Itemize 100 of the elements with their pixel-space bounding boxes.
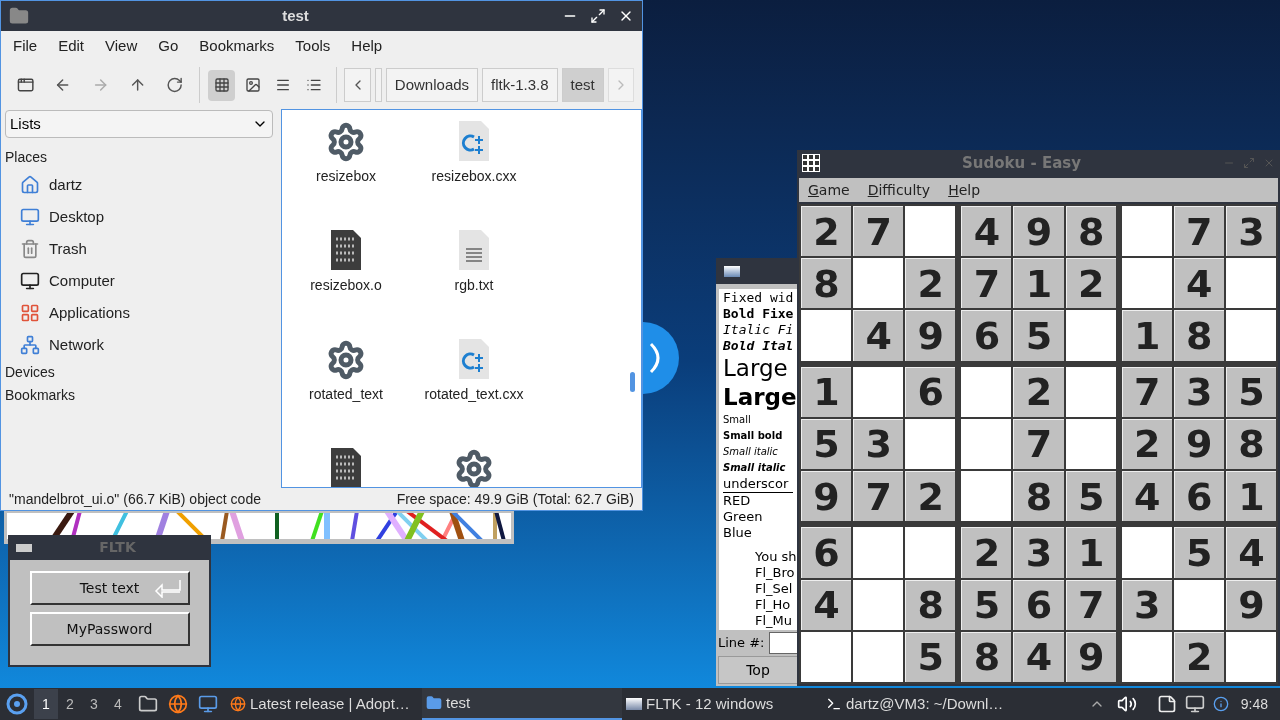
menu-item[interactable]: File xyxy=(13,34,38,58)
sudoku-cell[interactable]: 7 xyxy=(853,471,904,522)
path-button[interactable]: test xyxy=(561,68,604,102)
sudoku-cell[interactable]: 5 xyxy=(1225,366,1276,417)
desktop-launcher-icon[interactable] xyxy=(198,694,218,714)
start-menu-icon[interactable] xyxy=(6,693,28,715)
sudoku-cell[interactable]: 5 xyxy=(961,579,1012,630)
workspace-button[interactable]: 3 xyxy=(82,689,106,719)
sudoku-cell[interactable]: 4 xyxy=(1013,631,1064,682)
file-name[interactable]: rgb.txt xyxy=(454,275,494,296)
menu-item[interactable]: Tools xyxy=(295,34,331,58)
sudoku-cell[interactable]: 2 xyxy=(905,471,956,522)
sudoku-cell[interactable]: 9 xyxy=(1173,418,1224,470)
sudoku-cell[interactable]: 8 xyxy=(961,631,1012,682)
sudoku-cell[interactable]: 5 xyxy=(1013,310,1064,361)
menu-item[interactable]: Bookmarks xyxy=(199,34,275,58)
sudoku-cell[interactable]: 8 xyxy=(905,579,956,630)
sudoku-cell[interactable]: 6 xyxy=(905,366,956,417)
sudoku-cell[interactable]: 6 xyxy=(1173,471,1224,522)
sudoku-cell[interactable]: 9 xyxy=(905,310,956,361)
file-name[interactable]: rotated_text xyxy=(309,384,383,405)
path-button[interactable]: Downloads xyxy=(385,68,479,102)
sudoku-cell[interactable]: 5 xyxy=(1173,527,1224,578)
file-name[interactable]: resizebox xyxy=(316,166,376,187)
sudoku-cell[interactable]: 7 xyxy=(961,258,1012,309)
sudoku-cell[interactable]: 5 xyxy=(801,418,852,470)
sudoku-cell[interactable]: 2 xyxy=(1121,418,1172,470)
sidebar-item[interactable]: Network xyxy=(5,329,273,361)
file-manager-launcher-icon[interactable] xyxy=(138,694,158,714)
sudoku-cell[interactable]: 9 xyxy=(1065,631,1116,682)
sudoku-cell[interactable]: 8 xyxy=(1173,310,1224,361)
sudoku-cell[interactable]: 4 xyxy=(1121,471,1172,522)
sudoku-cell[interactable]: 4 xyxy=(961,206,1012,257)
sudoku-cell[interactable]: 2 xyxy=(1173,631,1224,682)
sudoku-cell[interactable]: 2 xyxy=(905,258,956,309)
sudoku-cell[interactable]: 9 xyxy=(1225,579,1276,630)
sudoku-cell[interactable]: 7 xyxy=(853,206,904,257)
notification-icon[interactable] xyxy=(1212,696,1229,712)
file-name[interactable]: resizebox.o xyxy=(310,275,382,296)
menu-item[interactable]: Help xyxy=(351,34,383,58)
file-name[interactable]: rotated_text.cxx xyxy=(424,384,524,405)
path-button[interactable]: fltk-1.3.8 xyxy=(482,68,558,102)
sudoku-cell[interactable]: 7 xyxy=(1173,206,1224,257)
sudoku-cell[interactable]: 4 xyxy=(1173,258,1224,309)
sidebar-item[interactable]: Applications xyxy=(5,297,273,329)
menu-item[interactable]: Help xyxy=(948,179,981,201)
sudoku-cell[interactable]: 2 xyxy=(1013,366,1064,417)
sudoku-cell[interactable]: 7 xyxy=(1065,579,1116,630)
sudoku-cell[interactable]: 1 xyxy=(1121,310,1172,361)
clipboard-icon[interactable] xyxy=(1156,694,1177,714)
scrollbar-thumb[interactable] xyxy=(630,372,635,392)
sudoku-cell[interactable]: 1 xyxy=(1225,471,1276,522)
sudoku-cell[interactable]: 1 xyxy=(1013,258,1064,309)
menu-item[interactable]: View xyxy=(105,34,138,58)
browser-launcher-icon[interactable] xyxy=(168,694,188,714)
sudoku-cell[interactable]: 3 xyxy=(1013,527,1064,578)
sidebar-item[interactable]: Desktop xyxy=(5,201,273,233)
menu-item[interactable]: Game xyxy=(808,179,850,201)
sudoku-cell[interactable]: 9 xyxy=(1013,206,1064,257)
workspace-button[interactable]: 1 xyxy=(34,689,58,719)
menu-item[interactable]: Difficulty xyxy=(867,179,931,201)
fltk-button[interactable]: MyPassword xyxy=(29,612,190,646)
sudoku-cell[interactable]: 2 xyxy=(961,527,1012,578)
taskbar-button[interactable]: FLTK - 12 windows xyxy=(622,688,822,720)
side-pane-dropdown[interactable]: Lists xyxy=(5,110,273,138)
menu-item[interactable]: Edit xyxy=(58,34,85,58)
file-name[interactable]: resizebox.cxx xyxy=(431,166,517,187)
sudoku-cell[interactable]: 8 xyxy=(801,258,852,309)
sudoku-cell[interactable]: 8 xyxy=(1013,471,1064,522)
sudoku-cell[interactable]: 6 xyxy=(961,310,1012,361)
sudoku-cell[interactable]: 6 xyxy=(801,527,852,578)
network-icon[interactable] xyxy=(1184,694,1205,714)
view-mode-button[interactable] xyxy=(208,69,236,101)
menu-item[interactable]: Go xyxy=(158,34,179,58)
sudoku-cell[interactable]: 7 xyxy=(1121,366,1172,417)
maximize-icon[interactable] xyxy=(590,8,606,24)
workspace-button[interactable]: 2 xyxy=(58,689,82,719)
sudoku-cell[interactable]: 3 xyxy=(1173,366,1224,417)
sudoku-cell[interactable]: 2 xyxy=(1065,258,1116,309)
sudoku-cell[interactable]: 3 xyxy=(1121,579,1172,630)
sudoku-cell[interactable]: 5 xyxy=(905,631,956,682)
sudoku-cell[interactable]: 8 xyxy=(1225,418,1276,470)
taskbar-button[interactable]: Latest release | Adopt… xyxy=(226,688,422,720)
reload-icon[interactable] xyxy=(166,75,184,95)
sidebar-item[interactable]: Trash xyxy=(5,233,273,265)
sudoku-cell[interactable]: 3 xyxy=(1225,206,1276,257)
sudoku-cell[interactable]: 4 xyxy=(801,579,852,630)
sudoku-cell[interactable]: 5 xyxy=(1065,471,1116,522)
sudoku-cell[interactable]: 1 xyxy=(801,366,852,417)
sudoku-cell[interactable]: 2 xyxy=(801,206,852,257)
sudoku-cell[interactable]: 1 xyxy=(1065,527,1116,578)
sudoku-cell[interactable]: 6 xyxy=(1013,579,1064,630)
sidebar-item[interactable]: Computer xyxy=(5,265,273,297)
sudoku-cell[interactable]: 8 xyxy=(1065,206,1116,257)
sudoku-cell[interactable]: 4 xyxy=(1225,527,1276,578)
volume-icon[interactable] xyxy=(1116,694,1137,714)
sidebar-item[interactable]: dartz xyxy=(5,169,273,201)
workspace-button[interactable]: 4 xyxy=(106,689,130,719)
sudoku-cell[interactable]: 4 xyxy=(853,310,904,361)
fltk-button[interactable]: Test text xyxy=(29,571,190,605)
